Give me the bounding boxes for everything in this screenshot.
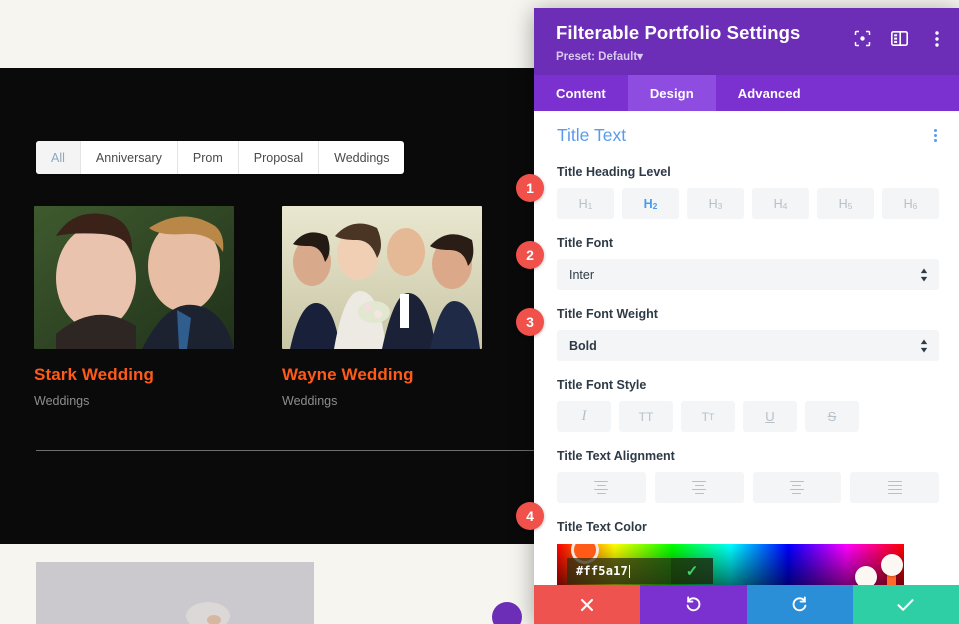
screenshot-root: All Anniversary Prom Proposal Weddings (0, 0, 959, 624)
filter-item-weddings[interactable]: Weddings (319, 141, 404, 174)
portfolio-item-category: Weddings (282, 394, 482, 408)
callout-badge-2: 2 (516, 241, 544, 269)
heading-level-h6[interactable]: H6 (882, 188, 939, 219)
title-font-select[interactable]: Inter (557, 259, 939, 290)
section-title[interactable]: Title Text (557, 125, 626, 146)
font-style-options: I TT TT U S (557, 401, 939, 432)
color-picker-action-bar (534, 585, 959, 624)
portfolio-item-title[interactable]: Wayne Wedding (282, 365, 482, 385)
alpha-slider-knob[interactable] (881, 554, 903, 576)
redo-button[interactable] (747, 585, 853, 624)
heading-level-h3[interactable]: H3 (687, 188, 744, 219)
heading-level-h1[interactable]: H1 (557, 188, 614, 219)
heading-level-h5[interactable]: H5 (817, 188, 874, 219)
strikethrough-icon[interactable]: S (805, 401, 859, 432)
field-label: Title Text Color (557, 520, 939, 534)
page-scroll-blob (492, 602, 522, 624)
tab-advanced[interactable]: Advanced (716, 75, 823, 111)
modal-preset-selector[interactable]: Preset: Default▾ (556, 49, 941, 63)
field-title-font-style: Title Font Style I TT TT U S (534, 378, 959, 432)
portfolio-item[interactable]: Stark Wedding Weddings (34, 206, 234, 408)
callout-badge-4: 4 (516, 502, 544, 530)
title-font-value: Inter (569, 268, 594, 282)
tab-content[interactable]: Content (534, 75, 628, 111)
heading-level-h4[interactable]: H4 (752, 188, 809, 219)
field-label: Title Heading Level (557, 165, 939, 179)
filter-item-proposal[interactable]: Proposal (239, 141, 319, 174)
portfolio-item[interactable]: Wayne Wedding Weddings (282, 206, 482, 408)
align-center-icon[interactable] (655, 472, 744, 503)
heading-level-h2[interactable]: H2 (622, 188, 679, 219)
uppercase-icon[interactable]: TT (619, 401, 673, 432)
portfolio-thumbnail[interactable] (34, 206, 234, 349)
modal-tabs: Content Design Advanced (534, 75, 959, 111)
align-justify-icon[interactable] (850, 472, 939, 503)
text-caret (629, 565, 630, 578)
section-kebab-menu-icon[interactable] (930, 125, 941, 146)
tab-design[interactable]: Design (628, 75, 716, 111)
callout-badge-3: 3 (516, 308, 544, 336)
align-left-icon[interactable] (557, 472, 646, 503)
hex-value: #ff5a17 (576, 564, 628, 578)
field-label: Title Text Alignment (557, 449, 939, 463)
align-right-icon[interactable] (753, 472, 842, 503)
chevron-down-icon: ▾ (637, 51, 643, 63)
kebab-menu-icon[interactable] (928, 30, 945, 47)
portfolio-thumbnail[interactable] (282, 206, 482, 349)
field-title-heading-level: Title Heading Level H1 H2 H3 H4 H5 H6 (534, 165, 959, 219)
module-settings-modal: Filterable Portfolio Settings Preset: De… (534, 8, 959, 624)
field-label: Title Font Weight (557, 307, 939, 321)
filter-item-anniversary[interactable]: Anniversary (81, 141, 178, 174)
cancel-button[interactable] (534, 585, 640, 624)
filter-item-all[interactable]: All (36, 141, 81, 174)
field-label: Title Font (557, 236, 939, 250)
portfolio-grid: Stark Wedding Weddings (34, 206, 482, 408)
modal-header: Filterable Portfolio Settings Preset: De… (534, 8, 959, 75)
underline-icon[interactable]: U (743, 401, 797, 432)
field-title-font-weight: Title Font Weight Bold (534, 307, 959, 361)
field-title-font: Title Font Inter (534, 236, 959, 290)
filter-item-prom[interactable]: Prom (178, 141, 239, 174)
title-font-weight-value: Bold (569, 339, 597, 353)
hex-input[interactable]: #ff5a17 (567, 558, 671, 584)
portfolio-item-category: Weddings (34, 394, 234, 408)
bottom-photo (36, 562, 314, 624)
save-button[interactable] (853, 585, 959, 624)
check-icon[interactable]: ✓ (671, 558, 713, 584)
settings-panel: Title Text Title Heading Level H1 H2 H3 … (534, 111, 959, 624)
callout-badge-1: 1 (516, 174, 544, 202)
title-font-weight-select[interactable]: Bold (557, 330, 939, 361)
field-label: Title Font Style (557, 378, 939, 392)
small-caps-icon[interactable]: TT (681, 401, 735, 432)
portfolio-filter-bar[interactable]: All Anniversary Prom Proposal Weddings (36, 141, 404, 174)
section-header-title-text: Title Text (534, 111, 959, 148)
text-alignment-options (557, 472, 939, 503)
undo-button[interactable] (640, 585, 746, 624)
portfolio-item-title[interactable]: Stark Wedding (34, 365, 234, 385)
layout-icon[interactable] (891, 30, 908, 47)
stepper-arrows-icon (920, 268, 928, 281)
heading-level-options: H1 H2 H3 H4 H5 H6 (557, 188, 939, 219)
modal-header-actions (854, 30, 945, 47)
preset-label: Preset: Default (556, 51, 637, 63)
italic-icon[interactable]: I (557, 401, 611, 432)
target-icon[interactable] (854, 30, 871, 47)
stepper-arrows-icon (920, 339, 928, 352)
field-title-text-alignment: Title Text Alignment (534, 449, 959, 503)
